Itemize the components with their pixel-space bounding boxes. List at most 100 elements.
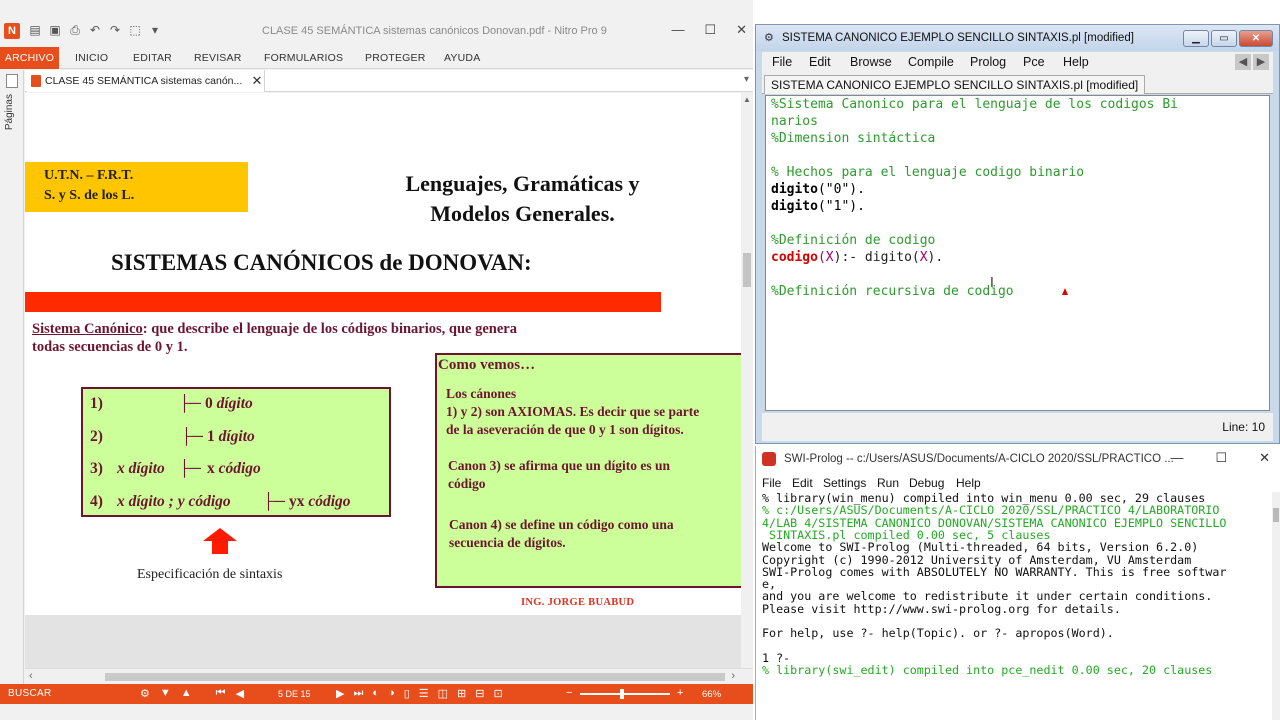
first-page-icon[interactable]: ⏮ [216, 687, 226, 700]
minimize-icon[interactable]: — [671, 22, 684, 38]
close-icon[interactable]: ✕ [736, 22, 747, 38]
forward-icon[interactable]: ◑ [388, 687, 395, 700]
tab-inicio[interactable]: INICIO [75, 52, 108, 64]
document-view[interactable]: U.T.N. – F.R.T. S. y S. de los L. Lengua… [25, 93, 753, 668]
turnstile: ├─ [179, 395, 201, 412]
facing-view-icon[interactable]: ◫ [438, 687, 448, 700]
find-next-icon[interactable]: ▼ [160, 687, 171, 700]
tabs-dropdown-icon[interactable]: ▾ [744, 74, 749, 85]
close-icon[interactable]: ✕ [1239, 30, 1273, 47]
console-window-buttons: — ☐ ✕ [1170, 450, 1270, 466]
print-icon[interactable]: ⎙ [68, 23, 82, 37]
console-menubar: File Edit Settings Run Debug Help [756, 474, 1280, 492]
tab-formularios[interactable]: FORMULARIOS [264, 52, 343, 64]
customize-dropdown-icon[interactable]: ▾ [148, 23, 162, 37]
maximize-icon[interactable]: ☐ [704, 22, 716, 38]
menu-browse[interactable]: Browse [850, 55, 892, 69]
search-button[interactable]: BUSCAR [8, 688, 51, 699]
back-icon[interactable]: ◐ [372, 687, 379, 700]
console-line: Copyright (c) 1990-2012 University of Am… [762, 552, 1192, 567]
zoom-in-icon[interactable]: + [677, 687, 683, 699]
editor-titlebar: ⚙ SISTEMA CANONICO EJEMPLO SENCILLO SINT… [756, 25, 1279, 51]
vertical-scroll-thumb[interactable] [743, 253, 751, 287]
console-scrollbar[interactable] [1272, 492, 1280, 720]
tab-ayuda[interactable]: AYUDA [444, 52, 480, 64]
pages-side-panel[interactable]: Páginas [0, 70, 24, 684]
redo-icon[interactable]: ↷ [108, 23, 122, 37]
maximize-icon[interactable]: ☐ [1215, 450, 1227, 466]
page-indicator[interactable]: 5 DE 15 [278, 689, 311, 699]
menu-help[interactable]: Help [1063, 55, 1089, 69]
fit-page-icon[interactable]: ⊡ [493, 687, 502, 700]
menu-edit[interactable]: Edit [809, 55, 831, 69]
single-page-view-icon[interactable]: ▯ [404, 687, 410, 700]
pages-panel-label[interactable]: Páginas [4, 94, 15, 130]
tab-editar[interactable]: EDITAR [133, 52, 172, 64]
code-line: %Dimension sintáctica [771, 131, 936, 146]
swi-prolog-owl-icon[interactable] [762, 452, 776, 466]
spec-caption: Especificación de sintaxis [137, 567, 283, 582]
close-tab-icon[interactable]: ✕ [250, 73, 264, 89]
document-vertical-scrollbar[interactable]: ▲ [741, 93, 753, 668]
scroll-up-icon[interactable]: ▲ [743, 95, 751, 104]
como-vemos-paragraph-1: Los cánones 1) y 2) son AXIOMAS. Es deci… [446, 386, 700, 437]
find-previous-icon[interactable]: ▲ [181, 687, 192, 700]
tab-revisar[interactable]: REVISAR [194, 52, 242, 64]
maximize-icon[interactable]: ▭ [1211, 30, 1237, 47]
pages-panel-icon[interactable] [6, 74, 18, 88]
slide-title-line-2: Modelos Generales. [430, 201, 615, 226]
menu-edit[interactable]: Edit [792, 476, 813, 490]
console-line: Please visit http://www.swi-prolog.org f… [762, 601, 1121, 616]
editor-app-icon[interactable]: ⚙ [764, 32, 777, 45]
menu-prolog[interactable]: Prolog [970, 55, 1006, 69]
document-tab[interactable]: CLASE 45 SEMÁNTICA sistemas canón... ✕ [27, 70, 265, 92]
text-caret-icon [1062, 288, 1068, 295]
console-output[interactable]: % library(win_menu) compiled into win_me… [762, 492, 1272, 716]
rule-antecedent: x dígito ; y código [117, 493, 231, 510]
menu-run[interactable]: Run [877, 476, 899, 490]
minimize-icon[interactable]: — [1170, 450, 1183, 466]
code-line: digito("0"). [771, 182, 865, 197]
menu-settings[interactable]: Settings [823, 476, 866, 490]
facing-continuous-icon[interactable]: ⊞ [457, 687, 466, 700]
fit-width-icon[interactable]: ⊟ [475, 687, 484, 700]
nitro-logo-icon[interactable]: N [4, 23, 20, 39]
save-icon[interactable]: ▣ [48, 23, 62, 37]
open-folder-icon[interactable]: ▤ [28, 23, 42, 37]
menu-compile[interactable]: Compile [908, 55, 954, 69]
undo-icon[interactable]: ↶ [88, 23, 102, 37]
close-icon[interactable]: ✕ [1259, 450, 1270, 466]
menu-file[interactable]: File [772, 55, 792, 69]
zoom-slider-knob[interactable] [620, 689, 624, 699]
prolog-editor-window: ⚙ SISTEMA CANONICO EJEMPLO SENCILLO SINT… [755, 24, 1280, 444]
document-horizontal-scrollbar[interactable]: ‹ › [25, 668, 753, 684]
nav-forward-icon[interactable]: ▶ [1253, 54, 1269, 70]
horizontal-scroll-thumb[interactable] [105, 673, 725, 681]
next-page-icon[interactable]: ▶ [336, 687, 344, 700]
editor-file-tab[interactable]: SISTEMA CANONICO EJEMPLO SENCILLO SINTAX… [764, 75, 1146, 94]
minimize-icon[interactable]: ▁ [1183, 30, 1209, 47]
scroll-right-icon[interactable]: › [731, 670, 735, 682]
select-tool-icon[interactable]: ⬚ [128, 23, 142, 37]
menu-file[interactable]: File [762, 476, 781, 490]
previous-page-icon[interactable]: ◀ [236, 687, 244, 700]
code-editor[interactable]: %Sistema Canonico para el lenguaje de lo… [765, 95, 1270, 411]
nav-back-icon[interactable]: ◀ [1235, 54, 1251, 70]
zoom-level[interactable]: 66% [702, 689, 721, 700]
continuous-view-icon[interactable]: ☰ [419, 687, 429, 700]
console-line: For help, use ?- help(Topic). or ?- apro… [762, 626, 1114, 641]
tab-proteger[interactable]: PROTEGER [365, 52, 426, 64]
scroll-left-icon[interactable]: ‹ [29, 670, 33, 682]
code-line: digito("1"). [771, 199, 865, 214]
menu-debug[interactable]: Debug [909, 476, 944, 490]
zoom-out-icon[interactable]: − [566, 687, 572, 699]
menu-help[interactable]: Help [956, 476, 981, 490]
menu-pce[interactable]: Pce [1023, 55, 1045, 69]
zoom-slider[interactable] [580, 689, 670, 699]
como-vemos-box: Como vemos… Los cánones 1) y 2) son AXIO… [435, 353, 753, 588]
last-page-icon[interactable]: ⏭ [353, 687, 363, 700]
intro-term: Sistema Canónico [32, 321, 143, 337]
tab-archivo[interactable]: ARCHIVO [0, 47, 59, 69]
gear-icon[interactable]: ⚙ [140, 687, 150, 700]
console-scroll-thumb[interactable] [1273, 508, 1279, 522]
